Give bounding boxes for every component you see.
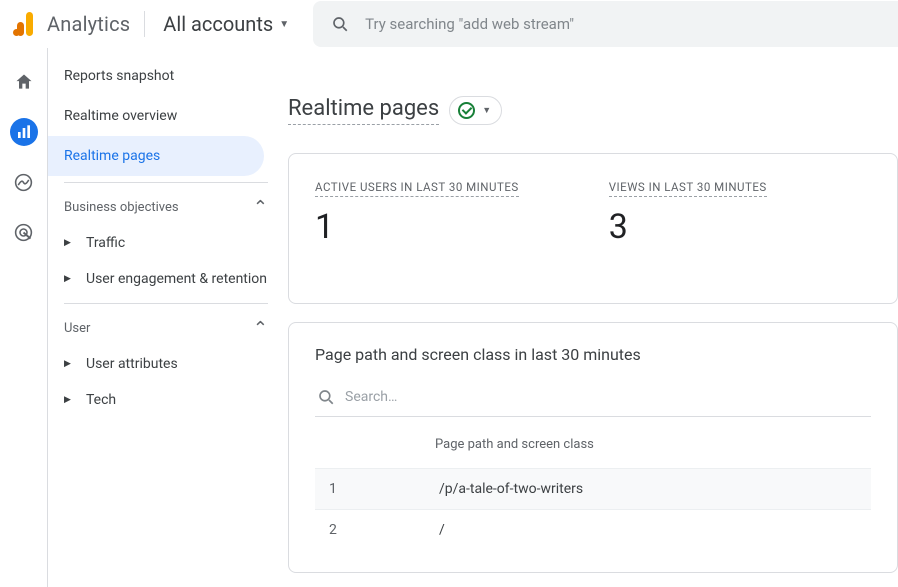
metrics-card: ACTIVE USERS IN LAST 30 MINUTES 1 VIEWS … xyxy=(288,153,898,304)
analytics-logo-icon xyxy=(13,12,35,36)
rail-reports-button[interactable] xyxy=(10,118,38,146)
caret-down-icon: ▼ xyxy=(279,19,289,30)
metric-active-users: ACTIVE USERS IN LAST 30 MINUTES 1 xyxy=(315,176,519,247)
account-selector[interactable]: All accounts ▼ xyxy=(159,12,293,36)
table-row[interactable]: 1 /p/a-tale-of-two-writers xyxy=(315,468,871,509)
search-icon xyxy=(317,388,335,406)
metric-views: VIEWS IN LAST 30 MINUTES 3 xyxy=(609,176,767,247)
metric-label: ACTIVE USERS IN LAST 30 MINUTES xyxy=(315,180,519,197)
nav-traffic[interactable]: ▶Traffic xyxy=(48,225,288,261)
divider xyxy=(144,11,145,37)
nav-tech[interactable]: ▶Tech xyxy=(48,382,288,418)
triangle-right-icon: ▶ xyxy=(64,395,74,405)
status-chip[interactable]: ▼ xyxy=(449,96,502,125)
triangle-right-icon: ▶ xyxy=(64,238,74,248)
top-bar: Analytics All accounts ▼ xyxy=(0,0,898,48)
page-title: Realtime pages xyxy=(288,96,439,125)
nav-section-business-objectives[interactable]: Business objectives ⌃ xyxy=(48,189,288,225)
nav-realtime-overview[interactable]: Realtime overview xyxy=(48,96,264,136)
nav-reports-snapshot[interactable]: Reports snapshot xyxy=(48,56,264,96)
logo-group: Analytics xyxy=(13,12,130,36)
triangle-right-icon: ▶ xyxy=(64,274,74,284)
chevron-up-icon: ⌃ xyxy=(253,197,268,218)
column-page-path: Page path and screen class xyxy=(435,437,594,452)
rail-home-button[interactable] xyxy=(10,68,38,96)
main-content: Realtime pages ▼ ACTIVE USERS IN LAST 30… xyxy=(288,48,898,587)
caret-down-icon: ▼ xyxy=(482,105,491,116)
nav-section-user[interactable]: User ⌃ xyxy=(48,310,288,346)
table-title: Page path and screen class in last 30 mi… xyxy=(315,345,871,364)
left-nav: Reports snapshot Realtime overview Realt… xyxy=(48,48,288,587)
row-path: / xyxy=(439,522,445,538)
nav-divider xyxy=(64,303,268,304)
nav-user-engagement-retention[interactable]: ▶User engagement & retention xyxy=(48,261,288,297)
search-input[interactable] xyxy=(365,15,880,33)
nav-realtime-pages[interactable]: Realtime pages xyxy=(48,136,264,176)
pages-table-card: Page path and screen class in last 30 mi… xyxy=(288,322,898,573)
table-search[interactable] xyxy=(315,382,871,417)
nav-divider xyxy=(64,182,268,183)
icon-rail xyxy=(0,48,48,587)
chevron-up-icon: ⌃ xyxy=(253,318,268,339)
rail-explore-button[interactable] xyxy=(10,168,38,196)
row-path: /p/a-tale-of-two-writers xyxy=(439,481,583,497)
triangle-right-icon: ▶ xyxy=(64,359,74,369)
metric-label: VIEWS IN LAST 30 MINUTES xyxy=(609,180,767,197)
account-label: All accounts xyxy=(163,12,273,36)
brand-name: Analytics xyxy=(47,12,130,36)
metric-value: 1 xyxy=(315,207,519,247)
search-icon xyxy=(331,15,349,33)
table-search-input[interactable] xyxy=(345,389,869,405)
table-row[interactable]: 2 / xyxy=(315,509,871,550)
metric-value: 3 xyxy=(609,207,767,247)
search-bar[interactable] xyxy=(313,1,898,47)
rail-advertising-button[interactable] xyxy=(10,218,38,246)
row-index: 2 xyxy=(319,522,439,538)
table-header: Page path and screen class xyxy=(315,431,871,468)
nav-user-attributes[interactable]: ▶User attributes xyxy=(48,346,288,382)
checkmark-icon xyxy=(458,102,475,119)
row-index: 1 xyxy=(319,481,439,497)
